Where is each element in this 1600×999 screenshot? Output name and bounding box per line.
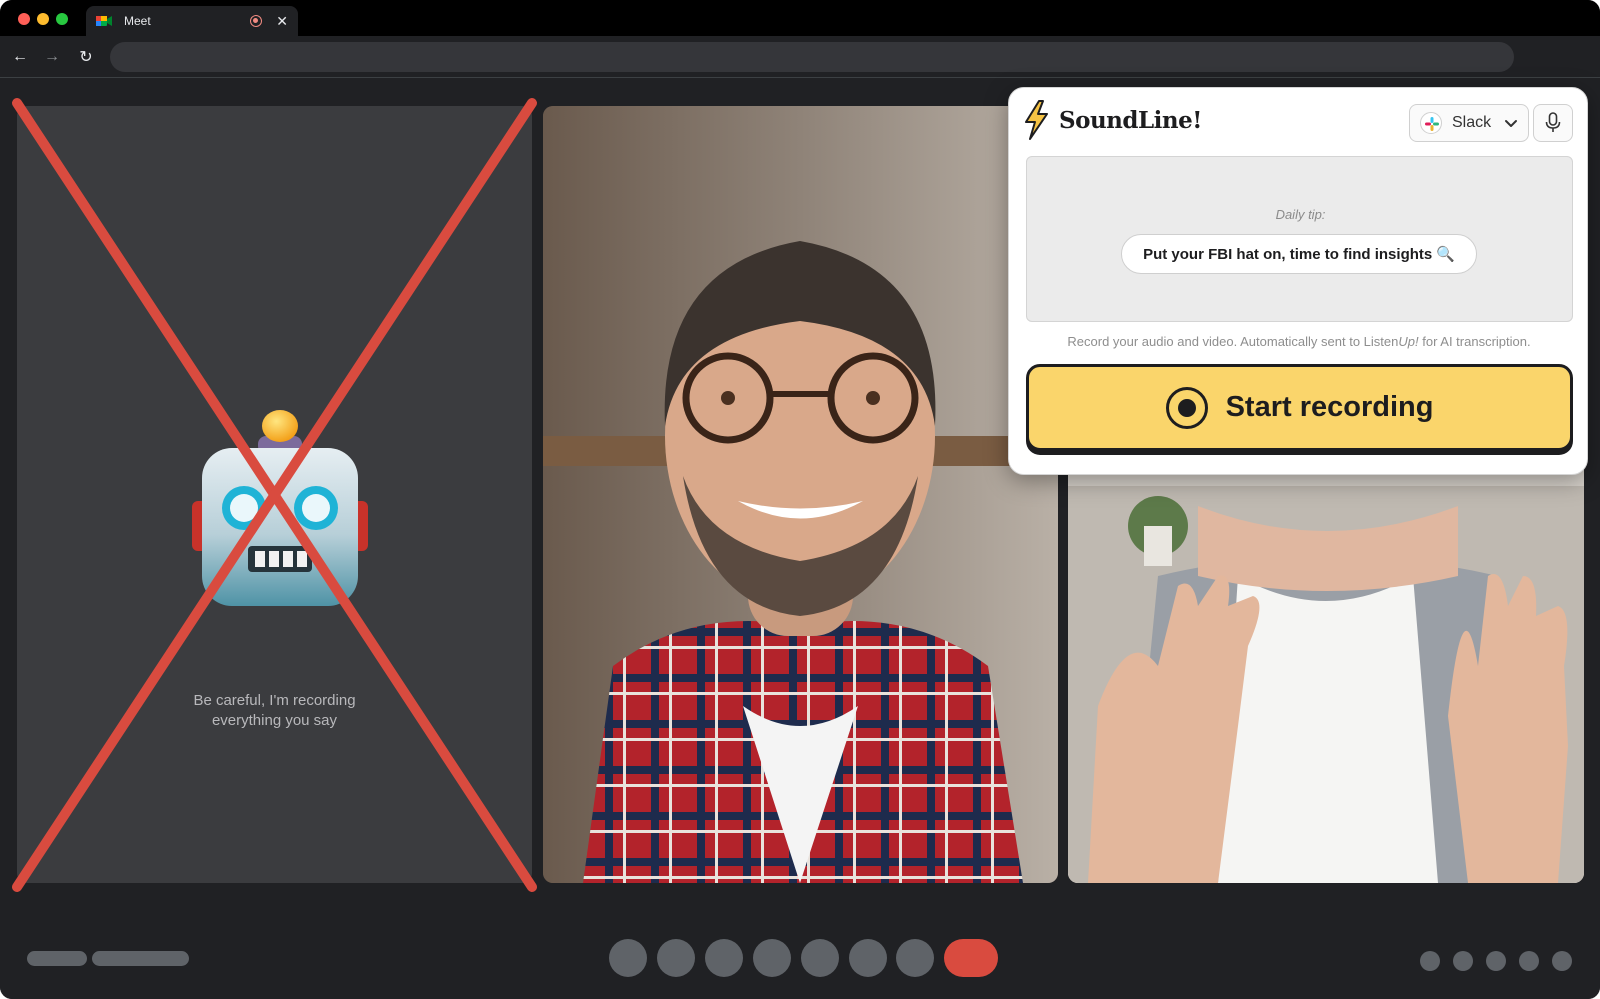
close-tab-button[interactable]: ✕: [276, 14, 288, 28]
recording-indicator-icon: [250, 15, 263, 27]
title-bar: Meet ✕: [0, 0, 1600, 36]
tab-title: Meet: [124, 14, 151, 28]
mic-toggle-button[interactable]: [609, 939, 647, 977]
participant-tile-bot: Be careful, I'm recording everything you…: [17, 106, 532, 883]
destination-label: Slack: [1452, 114, 1492, 131]
brand: SoundLine!: [1023, 100, 1202, 140]
participant-tile-man: [543, 106, 1058, 883]
browser-window: Meet ✕ ← → ↻ Be careful, I'm recording e…: [0, 0, 1600, 999]
tip-heading: Daily tip:: [1275, 207, 1326, 222]
reload-button[interactable]: ↻: [74, 45, 98, 69]
microphone-icon: [1545, 112, 1561, 132]
meeting-code-placeholder: [92, 951, 189, 966]
address-bar[interactable]: [110, 42, 1514, 72]
robot-icon: [192, 410, 368, 606]
note-suffix: for AI transcription.: [1418, 334, 1531, 349]
captions-button[interactable]: [705, 939, 743, 977]
back-button[interactable]: ←: [8, 45, 32, 69]
bot-caption: Be careful, I'm recording everything you…: [17, 691, 532, 731]
reactions-button[interactable]: [753, 939, 791, 977]
participant-video-man: [543, 106, 1058, 883]
chat-button[interactable]: [1486, 951, 1506, 971]
tip-text: Put your FBI hat on, time to find insigh…: [1143, 245, 1433, 263]
browser-toolbar: ← → ↻: [0, 36, 1600, 78]
host-controls-button[interactable]: [1552, 951, 1572, 971]
people-button[interactable]: [1453, 951, 1473, 971]
tab-meet[interactable]: Meet ✕: [86, 6, 298, 36]
start-recording-label: Start recording: [1225, 391, 1434, 423]
bot-caption-line-1: Be careful, I'm recording: [193, 692, 356, 709]
soundline-popup: SoundLine! Slack Daily tip: Put your FBI…: [1008, 87, 1588, 475]
present-button[interactable]: [801, 939, 839, 977]
activities-button[interactable]: [1519, 951, 1539, 971]
note-prefix: Record your audio and video. Automatical…: [1067, 334, 1399, 349]
start-recording-button[interactable]: Start recording: [1026, 364, 1573, 451]
note-italic: Up!: [1398, 334, 1419, 349]
raise-hand-button[interactable]: [849, 939, 887, 977]
tip-chip: Put your FBI hat on, time to find insigh…: [1121, 234, 1477, 274]
recording-note: Record your audio and video. Automatical…: [1009, 334, 1589, 349]
microphone-button[interactable]: [1533, 104, 1573, 142]
minimize-window-button[interactable]: [37, 13, 49, 25]
close-window-button[interactable]: [18, 13, 30, 25]
lightning-bolt-icon: [1025, 100, 1048, 140]
info-button[interactable]: [1420, 951, 1440, 971]
camera-toggle-button[interactable]: [657, 939, 695, 977]
chevron-down-icon: [1505, 120, 1517, 127]
brand-name: SoundLine!: [1059, 106, 1202, 134]
meet-icon: [96, 14, 112, 28]
zoom-window-button[interactable]: [56, 13, 68, 25]
bot-caption-line-2: everything you say: [211, 712, 338, 729]
forward-button[interactable]: →: [40, 45, 64, 69]
record-icon: [1165, 386, 1208, 429]
magnifier-icon: 🔍: [1436, 246, 1455, 263]
slack-icon: [1420, 112, 1442, 134]
end-call-button[interactable]: [944, 939, 998, 977]
daily-tip-panel: Daily tip: Put your FBI hat on, time to …: [1026, 156, 1573, 322]
more-options-button[interactable]: [896, 939, 934, 977]
destination-select[interactable]: Slack: [1409, 104, 1529, 142]
meeting-time-placeholder: [27, 951, 87, 966]
